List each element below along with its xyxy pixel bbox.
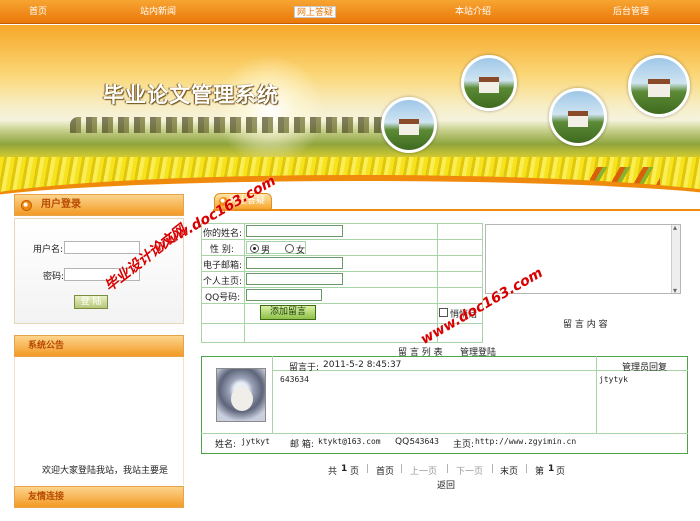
notice-header-label: 系统公告 <box>28 341 65 351</box>
gender-female-label: 女 <box>296 246 306 256</box>
pager-next[interactable]: 下一页 <box>456 464 483 477</box>
password-label: 密码: <box>43 272 65 282</box>
login-header-label: 用户登录 <box>41 199 81 210</box>
grid-line <box>201 255 483 256</box>
avatar <box>216 368 266 422</box>
bullet-icon <box>21 200 32 211</box>
banner-photo-3 <box>549 88 607 146</box>
admin-reply-label: 管理员回复 <box>622 363 668 373</box>
grid-line <box>201 239 483 240</box>
name-input[interactable] <box>246 225 343 237</box>
author-homepage[interactable]: http://www.zgyimin.cn <box>475 437 576 446</box>
author-name: jytkyt <box>241 437 270 446</box>
pager-total: 1 <box>341 464 348 474</box>
banner-photo-2 <box>381 97 437 153</box>
author-name-label: 姓名: <box>215 440 237 450</box>
add-message-button[interactable]: 添加留言 <box>260 305 316 320</box>
banner-trees <box>70 117 430 133</box>
username-input[interactable] <box>64 241 140 254</box>
author-homepage-label: 主页: <box>453 440 475 450</box>
notice-text: 欢迎大家登陆我站，我站主要是 <box>42 466 169 476</box>
gender-label: 性 别: <box>210 245 234 255</box>
pager-current-suffix: 页 <box>556 467 566 477</box>
pager-current-prefix: 第 <box>535 467 545 477</box>
login-button[interactable]: 登 陆 <box>74 295 108 309</box>
login-header: 用户登录 <box>14 194 184 216</box>
back-link[interactable]: 返回 <box>437 478 455 491</box>
pager-total-prefix: 共 <box>328 467 338 477</box>
gender-male-radio[interactable] <box>250 244 259 253</box>
author-email-label: 邮 箱: <box>290 440 314 450</box>
email-label: 电子邮箱: <box>203 261 243 271</box>
grid-line <box>244 223 245 343</box>
card-line <box>201 433 688 434</box>
pager-sep: | <box>400 464 404 474</box>
grid-line <box>201 271 483 272</box>
links-header: 友情连接 <box>14 486 184 508</box>
email-input[interactable] <box>246 257 343 269</box>
tab-underline <box>213 209 700 211</box>
pager-sep: | <box>366 464 370 474</box>
top-nav: 首页 站内新闻 网上答疑 本站介绍 后台管理 <box>0 0 700 24</box>
notice-header: 系统公告 <box>14 335 184 357</box>
card-line <box>272 356 273 433</box>
private-checkbox[interactable] <box>439 308 448 317</box>
nav-online-qa[interactable]: 网上答疑 <box>293 6 337 18</box>
banner-photo-1 <box>461 55 517 111</box>
message-body: 643634 <box>280 375 309 384</box>
homepage-input[interactable] <box>246 273 343 285</box>
nav-home[interactable]: 首页 <box>29 0 47 24</box>
pager-prev[interactable]: 上一页 <box>410 464 437 477</box>
author-email[interactable]: ktykt@163.com <box>318 437 381 446</box>
admin-reply: jtytyk <box>599 375 628 384</box>
pager-last[interactable]: 末页 <box>500 464 518 477</box>
gender-female-radio[interactable] <box>285 244 294 253</box>
gender-male-label: 男 <box>261 246 271 256</box>
content-label: 留 言 内 容 <box>563 320 608 330</box>
banner-sun <box>215 55 325 165</box>
grid-line <box>201 303 483 304</box>
qq-input[interactable] <box>246 289 322 301</box>
card-line <box>596 356 597 433</box>
pager-sep: | <box>446 464 450 474</box>
homepage-label: 个人主页: <box>203 277 243 287</box>
qq-label: QQ号码: <box>205 293 241 303</box>
posted-label: 留言于: <box>289 363 320 373</box>
nav-news[interactable]: 站内新闻 <box>140 0 176 24</box>
nav-about[interactable]: 本站介绍 <box>455 0 491 24</box>
pager-total-suffix: 页 <box>350 467 360 477</box>
banner <box>0 25 700 195</box>
site-title: 毕业论文管理系统 <box>103 83 279 107</box>
banner-photo-4 <box>628 55 690 117</box>
grid-line <box>201 287 483 288</box>
posted-time: 2011-5-2 8:45:37 <box>323 360 402 370</box>
pager-first[interactable]: 首页 <box>376 464 394 477</box>
author-qq: 543643 <box>410 437 439 446</box>
links-header-label: 友情连接 <box>28 492 65 502</box>
username-label: 用户名: <box>33 245 64 255</box>
name-label: 你的姓名: <box>203 229 243 239</box>
textarea-scrollbar[interactable] <box>671 223 680 295</box>
nav-admin[interactable]: 后台管理 <box>613 0 649 24</box>
pager-sep: | <box>525 464 529 474</box>
pager-current: 1 <box>548 464 555 474</box>
pager-sep: | <box>491 464 495 474</box>
